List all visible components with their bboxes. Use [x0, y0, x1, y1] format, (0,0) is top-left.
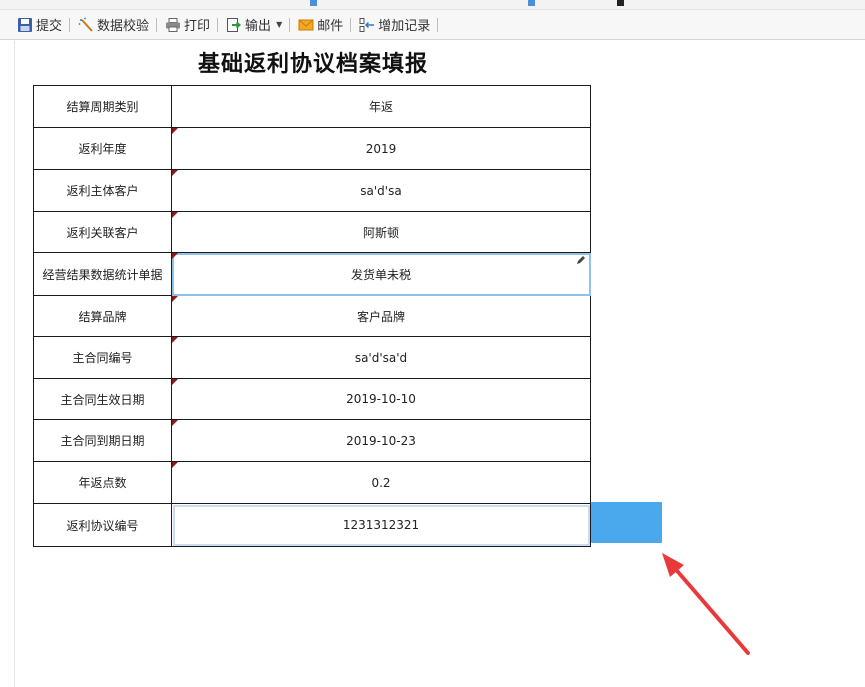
- validate-button[interactable]: 数据校验: [75, 14, 152, 36]
- toolbar-separator: [156, 17, 158, 32]
- pencil-icon[interactable]: [576, 255, 586, 265]
- field-value-cell[interactable]: 1231312321: [171, 503, 591, 547]
- mail-label: 邮件: [317, 19, 344, 34]
- print-button[interactable]: 打印: [162, 14, 213, 36]
- export-icon: [227, 17, 242, 32]
- toolbar-separator: [437, 17, 439, 32]
- cell-marker-icon: [172, 420, 178, 426]
- toolbar-separator: [69, 17, 71, 32]
- cell-marker-icon: [172, 128, 178, 134]
- toolbar-separator: [217, 17, 219, 32]
- form-row: 主合同到期日期 2019-10-23: [33, 419, 591, 462]
- field-label: 返利协议编号: [33, 503, 172, 547]
- page-left-guide: [14, 41, 15, 687]
- field-label: 返利年度: [33, 127, 172, 170]
- cell-marker-icon: [172, 170, 178, 176]
- field-value-cell[interactable]: sa'd'sa'd: [171, 336, 591, 379]
- field-value-cell[interactable]: sa'd'sa: [171, 169, 591, 212]
- field-value: 1231312321: [342, 518, 420, 532]
- save-icon: [18, 17, 32, 32]
- field-label: 返利关联客户: [33, 211, 172, 253]
- field-label: 主合同生效日期: [33, 378, 172, 420]
- submit-button[interactable]: 提交: [14, 14, 65, 36]
- field-value: 发货单未税: [350, 267, 411, 282]
- chevron-down-icon: ▼: [276, 20, 283, 29]
- toolbar-separator: [350, 17, 352, 32]
- form-row: 主合同编号 sa'd'sa'd: [33, 336, 591, 379]
- tab-marker: [617, 0, 624, 6]
- form-row: 返利关联客户 阿斯顿: [33, 211, 591, 253]
- add-record-button[interactable]: 增加记录: [356, 14, 433, 36]
- field-value-cell[interactable]: 客户品牌: [171, 295, 591, 337]
- field-label: 经营结果数据统计单据: [33, 252, 172, 296]
- field-value: 客户品牌: [356, 309, 405, 324]
- cell-marker-icon: [172, 253, 178, 259]
- magic-wand-icon: [78, 17, 93, 32]
- envelope-icon: [298, 19, 314, 30]
- cell-marker-icon: [172, 212, 178, 218]
- export-label: 输出: [245, 19, 272, 34]
- action-button[interactable]: [591, 502, 662, 543]
- submit-label: 提交: [36, 19, 63, 34]
- field-value: sa'd'sa: [360, 183, 402, 198]
- field-value: sa'd'sa'd: [354, 350, 408, 365]
- page-title: 基础返利协议档案填报: [197, 51, 428, 77]
- field-value-cell[interactable]: 2019-10-23: [171, 419, 591, 462]
- field-value: 2019-10-10: [346, 392, 416, 406]
- form-row: 主合同生效日期 2019-10-10: [33, 378, 591, 420]
- cell-marker-icon: [172, 462, 178, 468]
- field-value-cell[interactable]: 2019: [171, 127, 591, 170]
- field-label: 结算品牌: [33, 295, 172, 337]
- field-label: 结算周期类别: [33, 85, 172, 128]
- form-row: 返利年度 2019: [33, 127, 591, 170]
- tab-marker: [310, 0, 317, 6]
- field-value-cell[interactable]: 阿斯顿: [171, 211, 591, 253]
- add-record-label: 增加记录: [378, 19, 431, 34]
- toolbar-separator: [289, 17, 291, 32]
- export-button[interactable]: 输出 ▼: [223, 14, 285, 36]
- form-row: 结算周期类别 年返: [33, 85, 591, 128]
- field-value-cell[interactable]: 0.2: [171, 461, 591, 504]
- add-row-icon: [359, 17, 375, 32]
- form-row: 结算品牌 客户品牌: [33, 295, 591, 337]
- field-value: 阿斯顿: [362, 225, 399, 240]
- cell-marker-icon: [172, 379, 178, 385]
- form-row: 返利协议编号 1231312321: [33, 503, 591, 547]
- field-value-cell[interactable]: 年返: [171, 85, 591, 128]
- field-label: 返利主体客户: [33, 169, 172, 212]
- printer-icon: [166, 17, 181, 32]
- field-value: 0.2: [371, 475, 391, 490]
- print-label: 打印: [184, 19, 211, 34]
- form-row: 经营结果数据统计单据 发货单未税: [33, 252, 591, 296]
- cell-marker-icon: [172, 337, 178, 343]
- field-value-cell-editing[interactable]: 发货单未税: [171, 252, 591, 296]
- field-value: 年返: [368, 100, 393, 114]
- form-row: 返利主体客户 sa'd'sa: [33, 169, 591, 212]
- mail-button[interactable]: 邮件: [295, 14, 346, 36]
- field-label: 主合同编号: [33, 336, 172, 379]
- toolbar: 提交 数据校验 打印 输出 ▼ 邮件 增加记录: [0, 10, 865, 40]
- field-value-cell[interactable]: 2019-10-10: [171, 378, 591, 420]
- validate-label: 数据校验: [97, 19, 150, 34]
- field-value: 2019: [365, 141, 397, 156]
- field-label: 主合同到期日期: [33, 419, 172, 462]
- field-label: 年返点数: [33, 461, 172, 504]
- window-top-strip: [0, 0, 865, 10]
- field-value: 2019-10-23: [346, 433, 416, 448]
- rebate-form-table: 结算周期类别 年返 返利年度 2019 返利主体客户 sa'd'sa 返利关联客…: [33, 85, 591, 547]
- form-row: 年返点数 0.2: [33, 461, 591, 504]
- tab-marker: [528, 0, 535, 6]
- cell-marker-icon: [172, 296, 178, 302]
- annotation-arrow-icon: [662, 553, 750, 655]
